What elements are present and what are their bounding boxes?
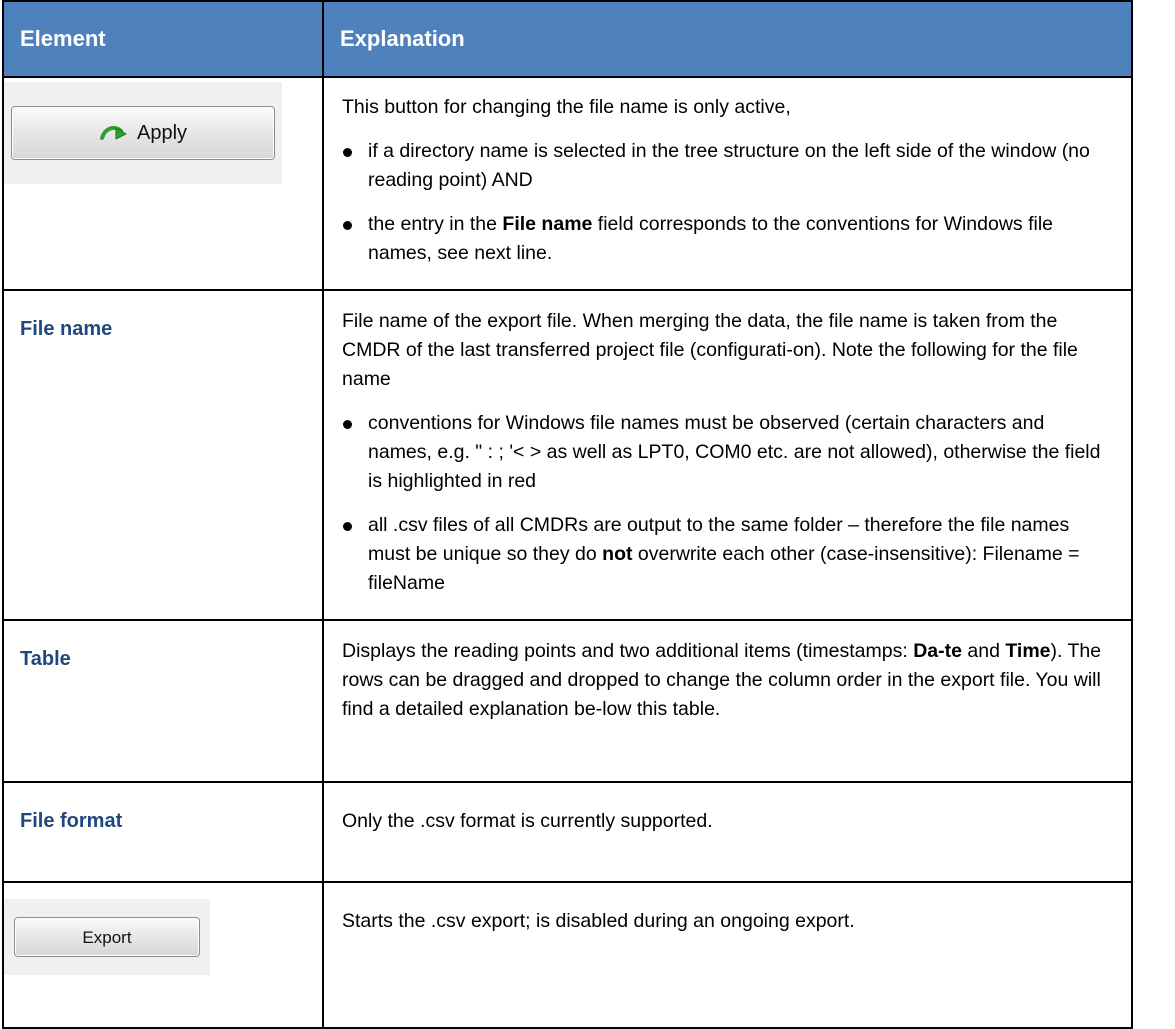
element-cell: Export: [2, 881, 324, 1029]
element-cell: File name: [2, 289, 324, 621]
export-button-label: Export: [82, 927, 132, 947]
table-row: Export Starts the .csv export; is disabl…: [2, 881, 1133, 1029]
list-item: the entry in the File name field corresp…: [343, 210, 1111, 268]
list-item-text: conventions for Windows file names must …: [368, 412, 1101, 492]
apply-button-label: Apply: [136, 121, 188, 144]
element-term: File format: [20, 810, 123, 832]
list-item: conventions for Windows file names must …: [343, 409, 1111, 496]
apply-button-screenshot: Apply: [4, 82, 282, 184]
table-row: File format Only the .csv format is curr…: [2, 781, 1133, 883]
explanation-cell: Displays the reading points and two addi…: [322, 619, 1133, 783]
list-item: if a directory name is selected in the t…: [343, 137, 1111, 195]
element-cell: Table: [2, 619, 324, 783]
list-item-text: if a directory name is selected in the t…: [368, 140, 1090, 191]
explanation-cell: File name of the export file. When mergi…: [322, 289, 1133, 621]
explanation-cell: Only the .csv format is currently suppor…: [322, 781, 1133, 883]
header-explanation: Explanation: [322, 0, 1133, 78]
condition-list: if a directory name is selected in the t…: [342, 137, 1111, 268]
element-cell: File format: [2, 781, 324, 883]
explanation-cell: Starts the .csv export; is disabled duri…: [322, 881, 1133, 1029]
green-curved-arrow-icon: [99, 122, 131, 144]
explanation-text: Only the .csv format is currently suppor…: [342, 810, 713, 832]
convention-list: conventions for Windows file names must …: [342, 409, 1111, 598]
bold-term: File name: [502, 213, 593, 235]
bold-term: Time: [1005, 640, 1051, 662]
table-row: Apply This button for changing the file …: [2, 76, 1133, 291]
explanation-text: Displays the reading points and two addi…: [342, 637, 1111, 724]
bold-term: Da-te: [913, 640, 962, 662]
list-item: all .csv files of all CMDRs are output t…: [343, 511, 1111, 598]
export-button-screenshot: Export: [4, 899, 210, 975]
list-item-text: the entry in the: [368, 213, 503, 235]
table-row: Table Displays the reading points and tw…: [2, 619, 1133, 783]
explanation-intro: File name of the export file. When mergi…: [342, 310, 1078, 390]
bold-term: not: [602, 543, 633, 565]
element-cell: Apply: [2, 76, 324, 291]
element-term: File name: [20, 318, 113, 340]
explanation-table: Element Explanation Apply This button fo…: [2, 0, 1133, 1029]
apply-button: Apply: [11, 106, 275, 160]
explanation-intro: This button for changing the file name i…: [342, 96, 791, 118]
export-button: Export: [14, 917, 200, 957]
table-header-row: Element Explanation: [2, 0, 1133, 78]
text-part: Displays the reading points and two addi…: [342, 640, 914, 662]
explanation-text: Starts the .csv export; is disabled duri…: [342, 910, 855, 932]
header-element: Element: [2, 0, 324, 78]
element-term: Table: [20, 648, 71, 670]
text-part: and: [961, 640, 1006, 662]
explanation-cell: This button for changing the file name i…: [322, 76, 1133, 291]
table-row: File name File name of the export file. …: [2, 289, 1133, 621]
